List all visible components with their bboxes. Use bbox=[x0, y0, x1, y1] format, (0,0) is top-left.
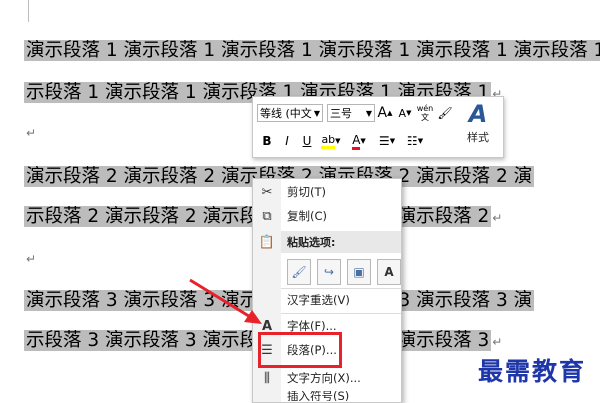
highlight-box bbox=[258, 332, 342, 368]
red-arrow-icon bbox=[189, 278, 262, 324]
watermark-logo: 最需教育 bbox=[478, 357, 587, 386]
